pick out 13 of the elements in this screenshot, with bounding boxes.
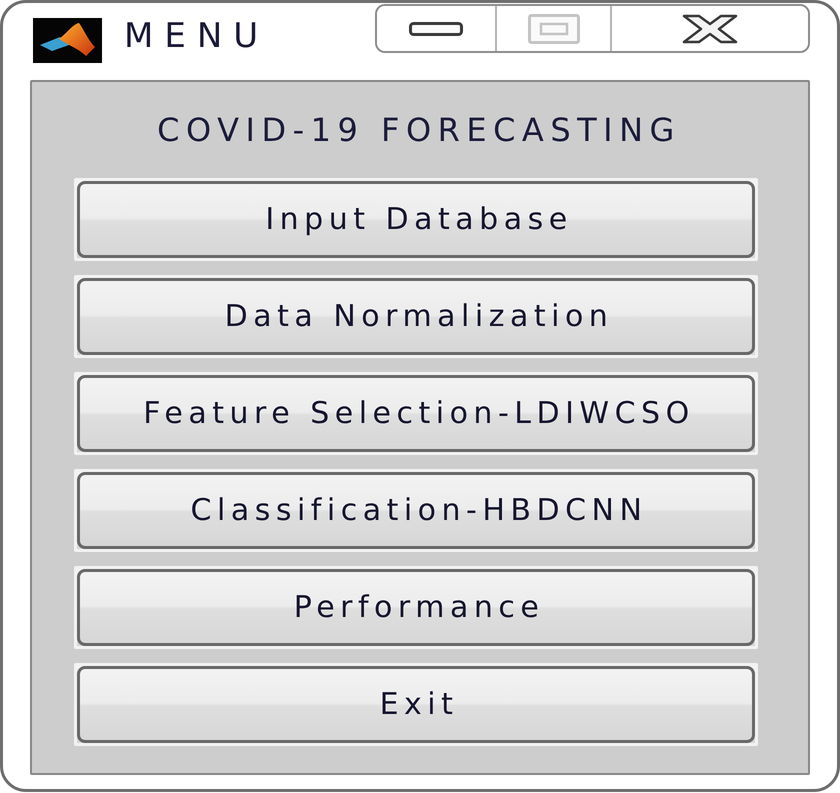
minimize-icon — [409, 22, 463, 36]
menu-button[interactable]: Exit — [74, 663, 758, 746]
window-title: MENU — [124, 16, 270, 56]
menu-button[interactable]: Input Database — [74, 178, 758, 261]
menu-button[interactable]: Data Normalization — [74, 275, 758, 358]
menu-button[interactable]: Performance — [74, 566, 758, 649]
close-button[interactable] — [610, 6, 808, 51]
surface-logo-icon — [33, 18, 102, 63]
panel-heading: COVID-19 FORECASTING — [156, 110, 682, 150]
menu-button[interactable]: Feature Selection-LDIWCSO — [74, 372, 758, 455]
close-icon — [682, 14, 738, 44]
maximize-icon — [528, 14, 580, 44]
menu-button[interactable]: Classification-HBDCNN — [74, 469, 758, 552]
